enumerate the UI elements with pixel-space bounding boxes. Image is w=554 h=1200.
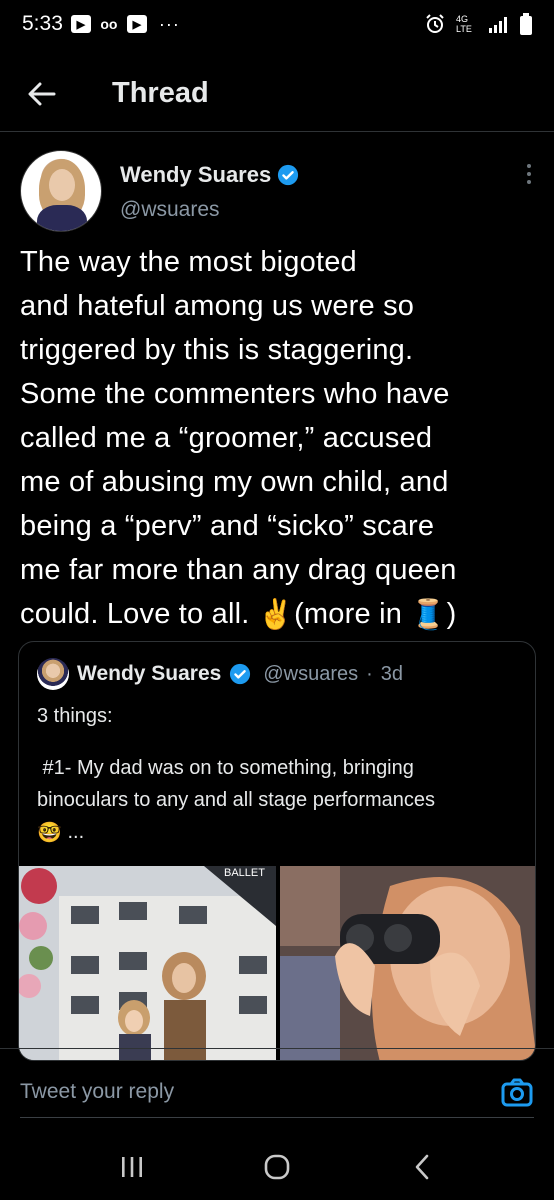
battery-icon (520, 13, 532, 35)
recent-apps-button[interactable] (107, 1147, 157, 1187)
author-handle[interactable]: @wsuares (120, 198, 299, 222)
chevron-left-icon (415, 1154, 428, 1180)
binoculars-photo-art (280, 866, 535, 1060)
youtube-icon: ▶ (70, 15, 91, 33)
avatar[interactable] (20, 150, 102, 232)
status-left: 5:33 ▶ oo ▶ ··· (22, 12, 180, 36)
main-tweet: Wendy Suares @wsuares The way the most b… (0, 150, 554, 637)
verified-badge-icon (230, 663, 251, 685)
recent-apps-icon (122, 1157, 143, 1177)
alarm-icon (426, 14, 444, 33)
status-right: 4G LTE (424, 13, 532, 35)
quoted-tweet-text: 3 things: #1- My dad was on to something… (19, 690, 535, 849)
tweet-line: me of abusing my own child, and (20, 466, 449, 498)
binoculars-photo-image[interactable] (280, 866, 535, 1060)
tweet-line: me far more than any drag queen (20, 554, 457, 586)
status-bar: 5:33 ▶ oo ▶ ··· 4G LTE (0, 0, 554, 48)
system-back-button[interactable] (397, 1147, 447, 1187)
home-button[interactable] (252, 1147, 302, 1187)
system-nav-bar (0, 1134, 554, 1200)
tweet-line-last: could. Love to all. ✌️(more in 🧵) (20, 592, 534, 637)
reply-bar: Tweet your reply (0, 1048, 554, 1134)
camera-icon (501, 1078, 533, 1106)
quoted-media[interactable]: BALLET (19, 866, 535, 1060)
ballet-photo-art: BALLET (19, 866, 276, 1060)
author-name[interactable]: Wendy Suares (120, 162, 271, 188)
reply-input[interactable]: Tweet your reply (20, 1080, 174, 1104)
more-options-icon[interactable] (524, 164, 534, 184)
page-title: Thread (112, 77, 209, 109)
quoted-avatar (37, 658, 69, 690)
quoted-ellipsis: ... (67, 821, 85, 843)
status-time: 5:33 (22, 12, 63, 35)
tweet-text: The way the most bigoted and hateful amo… (0, 240, 554, 637)
more-dots-icon: ··· (158, 13, 180, 34)
thread-header: Thread (0, 56, 554, 132)
tweet-line-text: (more in (294, 598, 411, 630)
youtube-icon: ▶ (126, 15, 147, 33)
verified-badge-icon (278, 164, 299, 186)
quoted-line: #1- My dad was on to something, bringing (37, 757, 414, 779)
tweet-line-text: ) (446, 598, 457, 630)
tweet-line: and hateful among us were so (20, 290, 415, 322)
quoted-timestamp: 3d (380, 662, 404, 685)
signal-icon (489, 17, 507, 33)
author-name-row: Wendy Suares (120, 162, 299, 188)
quoted-line-last: 🤓 ... (37, 816, 517, 849)
tweet-line: being a “perv” and “sicko” scare (20, 510, 435, 542)
back-button[interactable] (20, 72, 64, 116)
quoted-line (37, 732, 517, 752)
author-info: Wendy Suares @wsuares (120, 162, 299, 222)
quoted-line: binoculars to any and all stage performa… (37, 789, 436, 811)
nerd-face-emoji: 🤓 (37, 821, 62, 844)
arrow-left-icon (28, 82, 56, 105)
quoted-author-name: Wendy Suares (77, 662, 222, 685)
tweet-line: triggered by this is staggering. (20, 334, 414, 366)
tweet-line: called me a “groomer,” accused (20, 422, 433, 454)
thread-spool-emoji: 🧵 (410, 599, 447, 632)
quoted-tweet[interactable]: Wendy Suares @wsuares · 3d 3 things: #1-… (18, 641, 536, 1061)
quoted-tweet-header: Wendy Suares @wsuares · 3d (19, 642, 535, 690)
quoted-time-separator: · (366, 662, 373, 685)
tweet-line: The way the most bigoted (20, 246, 357, 278)
author-row: Wendy Suares @wsuares (0, 150, 554, 232)
voicemail-icon: oo (100, 16, 118, 32)
camera-button[interactable] (500, 1075, 534, 1109)
peace-hand-emoji: ✌️ (257, 599, 295, 632)
home-icon (264, 1154, 290, 1180)
tweet-line: Some the commenters who have (20, 378, 450, 410)
quoted-line: 3 things: (37, 705, 113, 727)
lte-icon: 4G LTE (456, 14, 472, 34)
ballet-sign-text: BALLET (224, 867, 265, 879)
quoted-author-handle: @wsuares (263, 662, 359, 685)
tweet-line-text: could. Love to all. (20, 598, 258, 630)
reply-divider (20, 1117, 534, 1118)
ballet-photo-image[interactable]: BALLET (19, 866, 276, 1060)
